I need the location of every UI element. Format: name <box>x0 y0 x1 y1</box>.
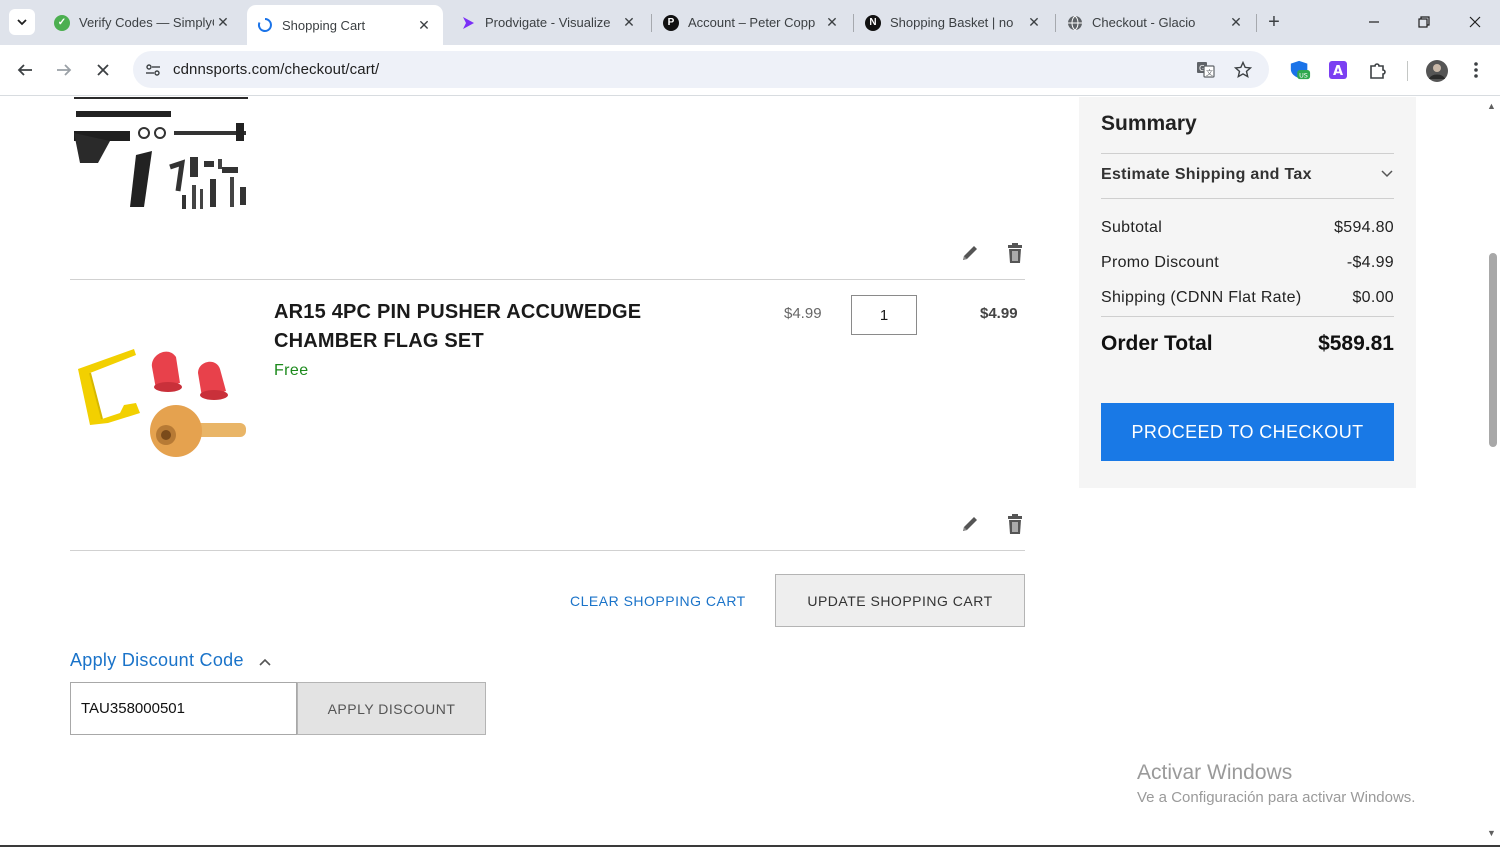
forward-arrow-icon[interactable] <box>51 57 77 83</box>
restore-icon[interactable] <box>1410 8 1438 36</box>
close-tab-icon[interactable]: ✕ <box>823 14 841 32</box>
tab-separator <box>853 14 854 32</box>
product-subtotal: $4.99 <box>980 305 1018 322</box>
scrollbar-thumb[interactable] <box>1489 253 1497 447</box>
tab-separator <box>1256 14 1257 32</box>
loading-spinner-icon <box>257 17 273 33</box>
back-arrow-icon[interactable] <box>12 57 38 83</box>
subtotal-row: Subtotal $594.80 <box>1101 219 1394 237</box>
apply-discount-button[interactable]: APPLY DISCOUNT <box>297 682 486 735</box>
order-total-value: $589.81 <box>1318 332 1394 355</box>
site-info-icon[interactable] <box>143 60 162 79</box>
clear-shopping-cart-link[interactable]: CLEAR SHOPPING CART <box>570 593 746 609</box>
new-tab-button[interactable]: + <box>1262 10 1286 34</box>
tab-account[interactable]: P Account – Peter Copp ✕ <box>653 6 851 39</box>
subtotal-label: Subtotal <box>1101 219 1163 236</box>
profile-avatar[interactable] <box>1424 58 1449 83</box>
play-icon <box>460 15 476 31</box>
apply-discount-label: Apply Discount Code <box>70 650 244 670</box>
estimate-shipping-toggle[interactable]: Estimate Shipping and Tax <box>1101 166 1394 184</box>
translate-icon[interactable]: G文 <box>1195 59 1216 80</box>
shipping-value: $0.00 <box>1352 289 1394 306</box>
close-tab-icon[interactable]: ✕ <box>620 14 638 32</box>
free-tag: Free <box>274 362 309 379</box>
promo-discount-row: Promo Discount -$4.99 <box>1101 254 1394 272</box>
discount-code-input[interactable] <box>70 682 297 735</box>
update-shopping-cart-button[interactable]: UPDATE SHOPPING CART <box>775 574 1025 627</box>
stop-loading-icon[interactable] <box>90 57 116 83</box>
summary-divider <box>1101 316 1394 317</box>
windows-activation-subtitle: Ve a Configuración para activar Windows. <box>1137 789 1416 806</box>
p-logo-icon: P <box>663 14 679 31</box>
svg-text:A: A <box>1333 64 1343 79</box>
more-options-icon[interactable] <box>1465 59 1487 81</box>
item-divider <box>70 550 1025 551</box>
order-summary-panel: Summary Estimate Shipping and Tax Subtot… <box>1079 97 1416 488</box>
summary-divider <box>1101 153 1394 154</box>
chevron-up-icon <box>258 651 272 672</box>
page-content: AR15 4PC PIN PUSHER ACCUWEDGE CHAMBER FL… <box>0 97 1500 847</box>
close-window-icon[interactable] <box>1461 8 1489 36</box>
edit-item-icon[interactable] <box>960 513 980 535</box>
windows-activation-title: Activar Windows <box>1137 761 1293 784</box>
vpn-extension-icon[interactable]: US <box>1289 59 1311 81</box>
order-total-row: Order Total $589.81 <box>1101 332 1394 356</box>
toolbar-divider <box>1407 61 1408 81</box>
address-bar[interactable]: cdnnsports.com/checkout/cart/ G文 <box>133 51 1269 88</box>
chevron-down-icon <box>17 19 27 26</box>
url-text[interactable]: cdnnsports.com/checkout/cart/ <box>173 61 379 78</box>
tab-separator <box>1055 14 1056 32</box>
svg-text:文: 文 <box>1206 68 1213 77</box>
check-icon: ✓ <box>54 14 70 31</box>
delete-item-icon[interactable] <box>1005 513 1025 535</box>
browser-toolbar: cdnnsports.com/checkout/cart/ G文 US A <box>0 45 1500 96</box>
tab-shopping-basket[interactable]: N Shopping Basket | no ✕ <box>855 6 1053 39</box>
extensions-puzzle-icon[interactable] <box>1367 59 1389 81</box>
product-name[interactable]: AR15 4PC PIN PUSHER ACCUWEDGE CHAMBER FL… <box>274 298 694 356</box>
chevron-down-icon <box>1380 166 1394 184</box>
tab-strip: ✓ Verify Codes — SimplyCodes ✕ Shopping … <box>0 0 1500 45</box>
edit-item-icon[interactable] <box>960 242 980 264</box>
tab-shopping-cart[interactable]: Shopping Cart ✕ <box>247 5 443 45</box>
promo-discount-label: Promo Discount <box>1101 254 1220 271</box>
delete-item-icon[interactable] <box>1005 242 1025 264</box>
globe-icon <box>1067 15 1083 31</box>
page-scrollbar[interactable]: ▲ ▼ <box>1485 97 1500 847</box>
tab-prodvigate[interactable]: Prodvigate - Visualize ✕ <box>450 6 648 39</box>
shipping-row: Shipping (CDNN Flat Rate) $0.00 <box>1101 289 1394 307</box>
promo-discount-value: -$4.99 <box>1346 254 1394 271</box>
apply-discount-toggle[interactable]: Apply Discount Code <box>70 649 272 672</box>
scroll-down-arrow-icon[interactable]: ▼ <box>1487 828 1496 838</box>
n-logo-icon: N <box>865 14 881 31</box>
quantity-input[interactable] <box>851 295 917 335</box>
text-extension-icon[interactable]: A <box>1327 59 1349 81</box>
summary-title: Summary <box>1101 112 1197 135</box>
tab-checkout-glacio[interactable]: Checkout - Glacio ✕ <box>1057 6 1255 39</box>
tab-verify-codes[interactable]: ✓ Verify Codes — SimplyCodes ✕ <box>44 6 242 39</box>
shipping-label: Shipping (CDNN Flat Rate) <box>1101 289 1302 306</box>
close-tab-icon[interactable]: ✕ <box>214 14 232 32</box>
close-tab-icon[interactable]: ✕ <box>1025 14 1043 32</box>
estimate-shipping-label: Estimate Shipping and Tax <box>1101 166 1312 183</box>
product-image-rifle-kit[interactable] <box>70 97 252 215</box>
svg-text:US: US <box>1299 71 1308 79</box>
bookmark-star-icon[interactable] <box>1232 59 1253 80</box>
close-tab-icon[interactable]: ✕ <box>415 16 433 34</box>
item-divider <box>70 279 1025 280</box>
summary-divider <box>1101 198 1394 199</box>
product-image-pin-pusher[interactable] <box>72 327 250 473</box>
product-price: $4.99 <box>784 305 822 322</box>
scroll-up-arrow-icon[interactable]: ▲ <box>1487 101 1496 111</box>
minimize-icon[interactable] <box>1360 8 1388 36</box>
order-total-label: Order Total <box>1101 332 1213 355</box>
subtotal-value: $594.80 <box>1334 219 1394 236</box>
tab-separator <box>651 14 652 32</box>
tab-search-button[interactable] <box>9 9 35 35</box>
proceed-to-checkout-button[interactable]: PROCEED TO CHECKOUT <box>1101 403 1394 461</box>
close-tab-icon[interactable]: ✕ <box>1227 14 1245 32</box>
